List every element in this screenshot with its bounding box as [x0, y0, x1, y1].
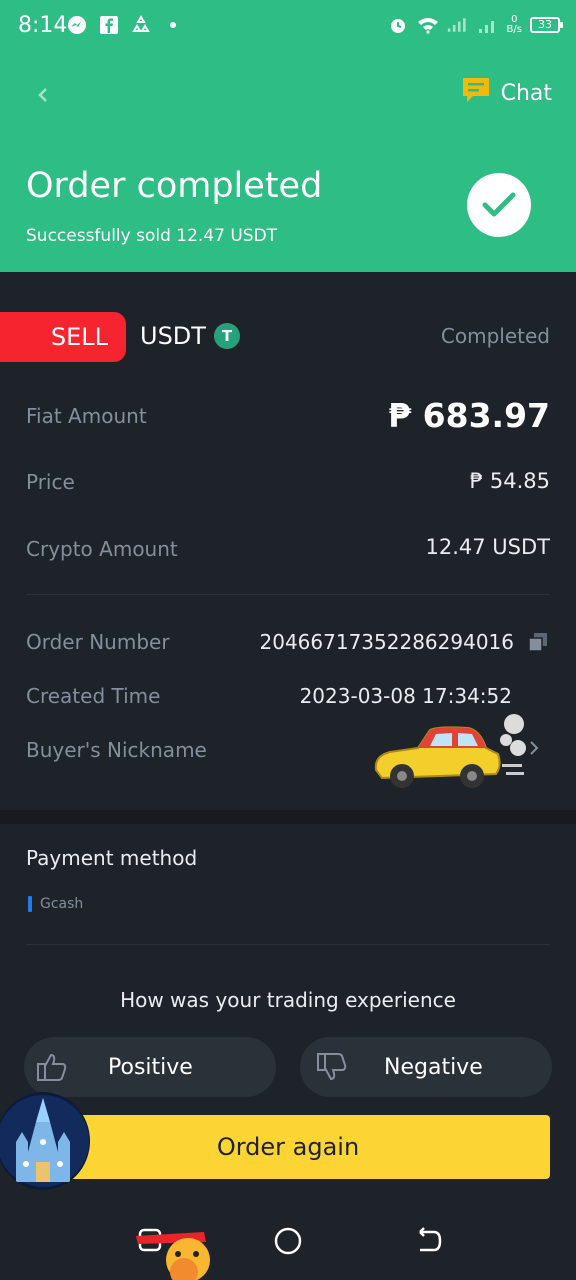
- crypto-amount-label: Crypto Amount: [26, 537, 178, 561]
- thumbs-up-icon: [36, 1051, 68, 1083]
- chat-bubble-icon: [461, 76, 491, 110]
- positive-button[interactable]: Positive: [24, 1037, 276, 1097]
- section-separator: [0, 810, 576, 824]
- positive-label: Positive: [108, 1055, 193, 1080]
- dot-indicator-icon: [162, 14, 184, 36]
- sync-icon: [130, 14, 152, 36]
- wifi-icon: [417, 14, 439, 36]
- signal-icon: [447, 14, 469, 36]
- created-time-label: Created Time: [26, 684, 161, 708]
- negative-label: Negative: [384, 1055, 483, 1080]
- divider: [26, 594, 550, 595]
- back-arrow-icon[interactable]: [28, 80, 58, 110]
- chat-button[interactable]: Chat: [461, 76, 552, 110]
- thumbs-down-icon: [316, 1051, 348, 1083]
- payment-method-name: Gcash: [40, 896, 84, 912]
- back-nav-button[interactable]: [414, 1226, 444, 1256]
- network-speed: 0 B/s: [507, 15, 522, 35]
- order-status: Completed: [440, 324, 550, 348]
- home-button[interactable]: [274, 1226, 304, 1256]
- order-number-value: 20466717352286294016: [259, 630, 515, 654]
- divider: [26, 944, 550, 945]
- copy-icon[interactable]: [528, 632, 548, 652]
- order-number-label: Order Number: [26, 630, 170, 654]
- status-time: 8:14: [18, 13, 68, 38]
- duck-sticker: [134, 1228, 226, 1280]
- price-label: Price: [26, 470, 75, 494]
- system-nav-bar: [0, 1200, 576, 1280]
- tether-icon: T: [213, 323, 240, 349]
- checkmark-icon: [467, 173, 531, 237]
- fiat-amount-value: ₱ 683.97: [388, 396, 550, 435]
- payment-method-item: Gcash: [28, 896, 83, 912]
- net-speed-unit: B/s: [506, 24, 522, 35]
- asset-name: USDT T: [140, 322, 240, 350]
- order-again-button[interactable]: Order again: [26, 1115, 550, 1179]
- created-time-value: 2023-03-08 17:34:52: [299, 684, 512, 708]
- negative-button[interactable]: Negative: [300, 1037, 552, 1097]
- payment-method-title: Payment method: [26, 846, 198, 870]
- buyer-nickname-label[interactable]: Buyer's Nickname: [26, 738, 207, 762]
- order-header: Chat Order completed Successfully sold 1…: [0, 52, 576, 272]
- notification-icons: [66, 14, 184, 36]
- fiat-amount-label: Fiat Amount: [26, 404, 147, 428]
- battery-icon: 33: [530, 17, 563, 33]
- alarm-icon: [387, 14, 409, 36]
- car-sticker: [368, 714, 532, 794]
- sell-badge: SELL: [0, 312, 126, 362]
- page-subtitle: Successfully sold 12.47 USDT: [26, 226, 278, 246]
- facebook-icon: [98, 14, 120, 36]
- payment-color-bar: [28, 896, 32, 912]
- price-value: ₱ 54.85: [469, 469, 550, 493]
- messenger-icon: [66, 14, 88, 36]
- signal-2-icon: [477, 14, 499, 36]
- page-title: Order completed: [26, 166, 323, 206]
- crypto-amount-value: 12.47 USDT: [425, 535, 551, 559]
- castle-sticker: [0, 1092, 90, 1190]
- chat-label: Chat: [500, 80, 552, 106]
- asset-label: USDT: [140, 322, 206, 350]
- feedback-question: How was your trading experience: [120, 988, 456, 1012]
- status-bar: 8:14 0 B/s 33: [0, 0, 576, 52]
- system-icons: 0 B/s 33: [387, 14, 563, 36]
